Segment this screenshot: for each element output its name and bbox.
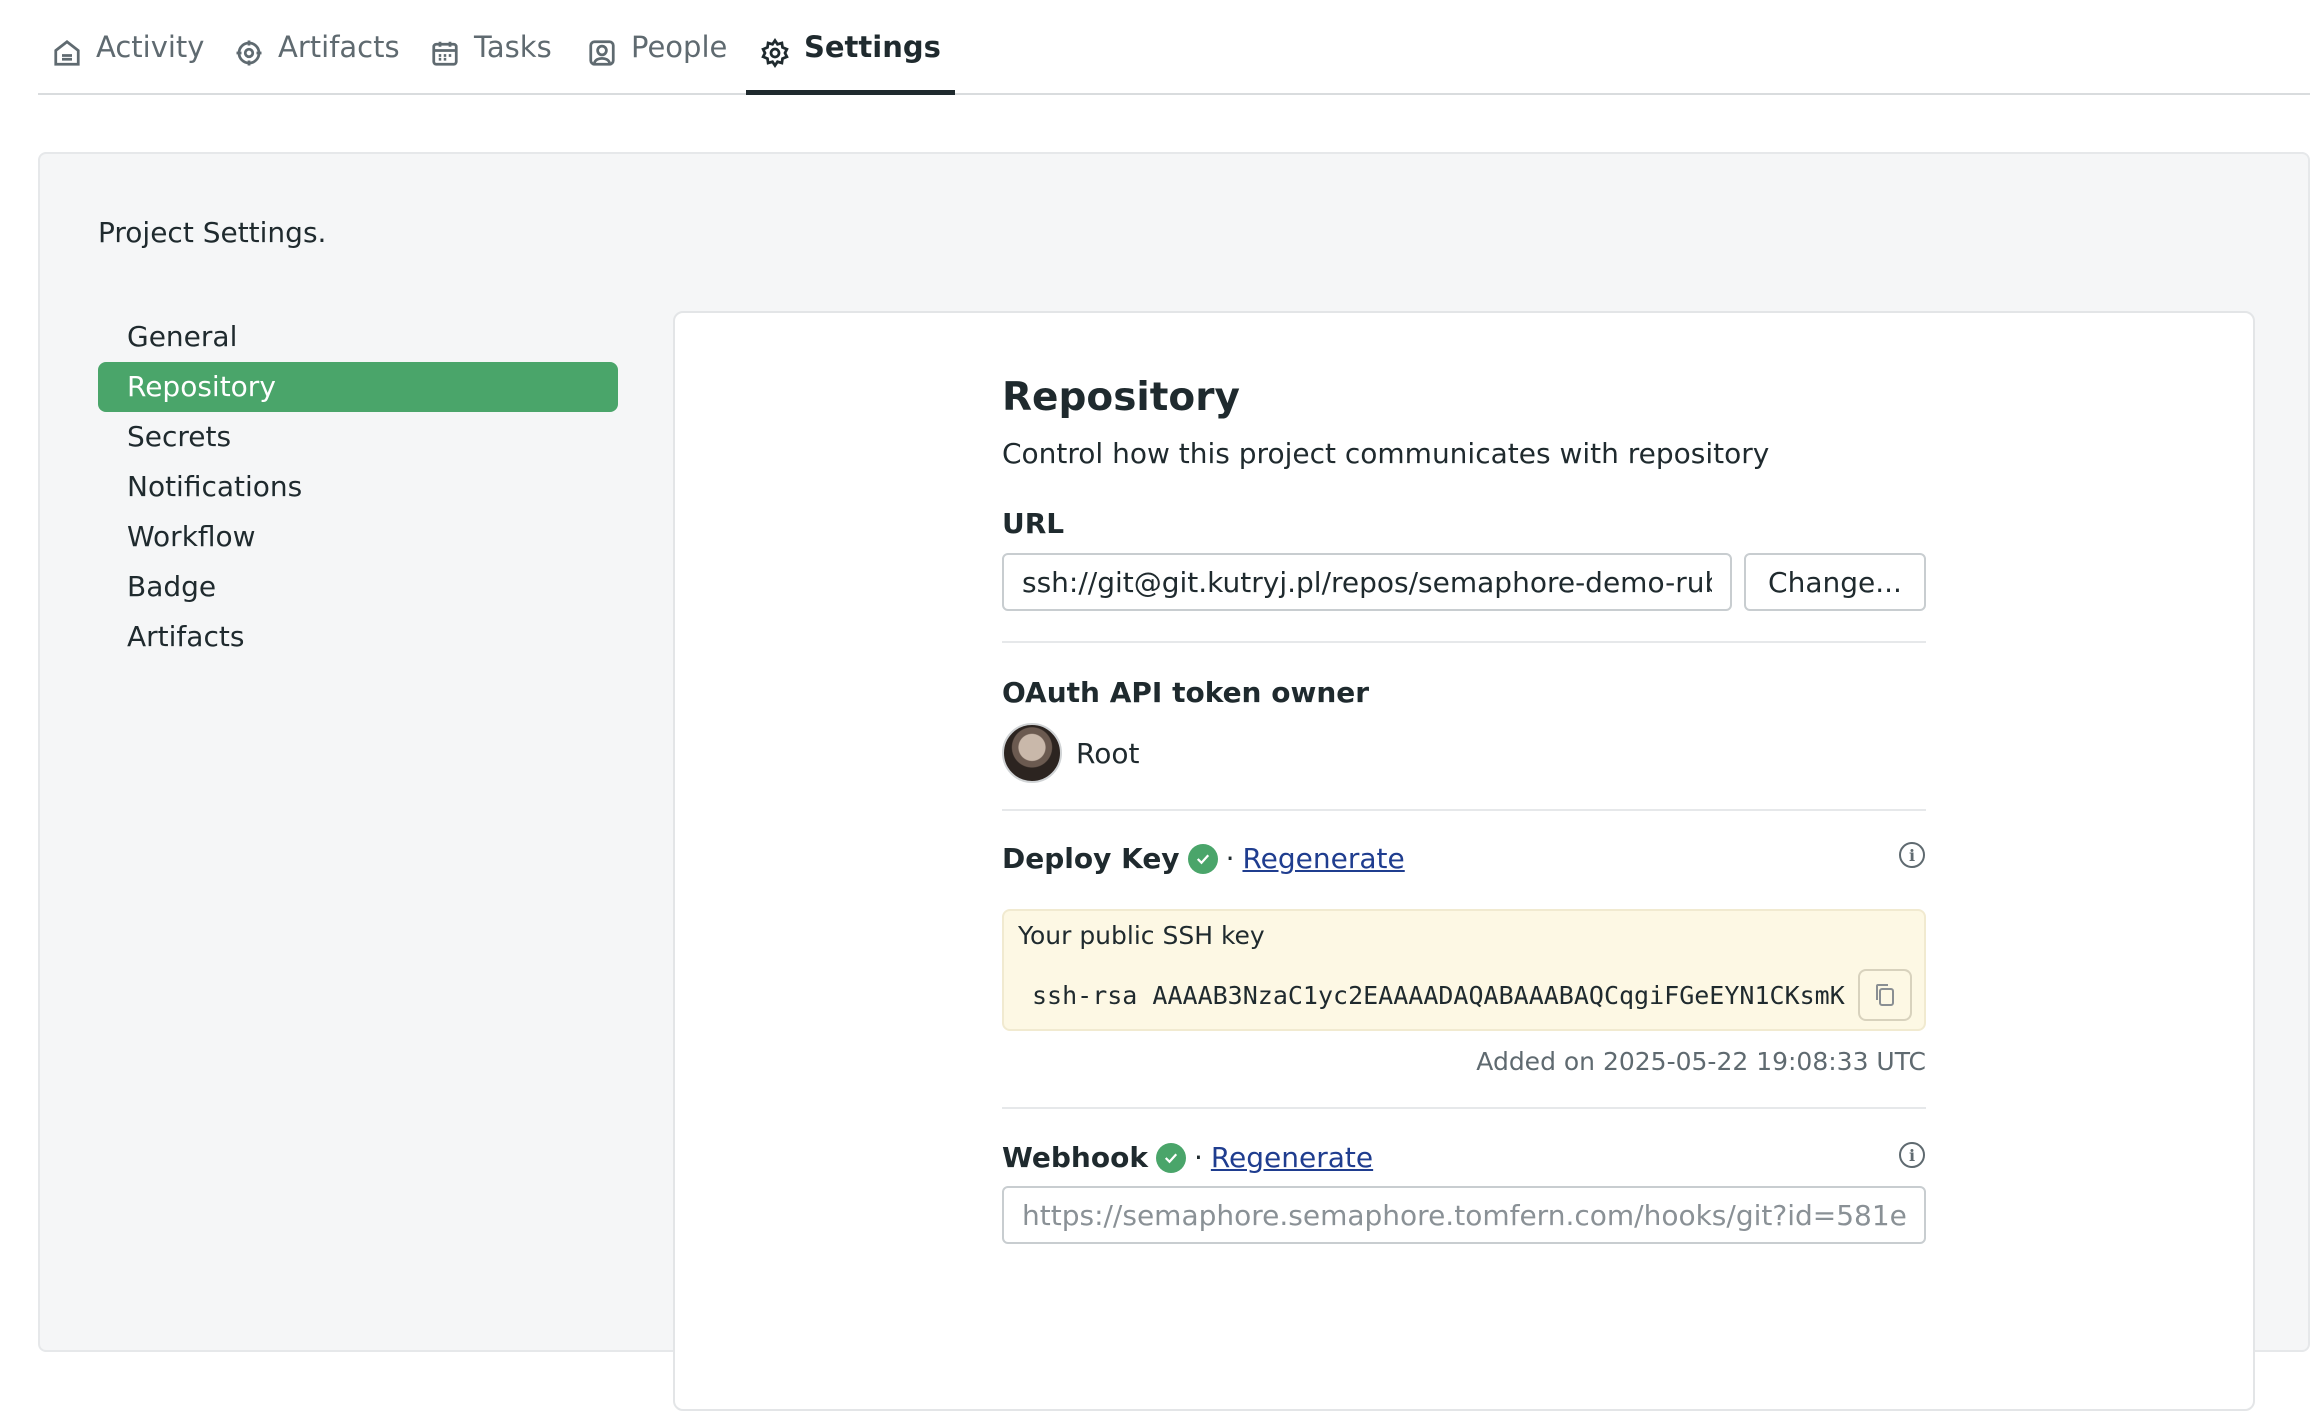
- tab-activity-label: Activity: [96, 30, 205, 64]
- person-icon: [589, 40, 615, 66]
- copy-key-button[interactable]: [1858, 969, 1912, 1021]
- divider: [1002, 641, 1926, 643]
- sidebar-item-artifacts[interactable]: Artifacts: [98, 612, 618, 662]
- settings-sidebar: General Repository Secrets Notifications…: [98, 312, 618, 662]
- separator-dot: ·: [1225, 842, 1235, 875]
- panel-title: Project Settings.: [98, 216, 327, 249]
- tab-settings-label: Settings: [804, 30, 941, 64]
- divider: [1002, 809, 1926, 811]
- oauth-owner-label: OAuth API token owner: [1002, 676, 1370, 709]
- settings-panel: Project Settings. General Repository Sec…: [38, 152, 2310, 1411]
- calendar-icon: [432, 41, 458, 66]
- check-circle-icon: [1155, 1142, 1186, 1173]
- page-subtitle: Control how this project communicates wi…: [1002, 437, 1770, 470]
- repository-card: Repository Control how this project comm…: [673, 311, 2255, 1411]
- webhook-header: Webhook · Regenerate: [1002, 1141, 1373, 1174]
- tab-settings[interactable]: Settings: [746, 30, 955, 95]
- project-tabs: Activity Artifacts Tasks People Settings: [38, 0, 2310, 95]
- change-url-button[interactable]: Change...: [1744, 553, 1926, 611]
- tab-artifacts[interactable]: Artifacts: [234, 30, 400, 93]
- regenerate-deploy-key-link[interactable]: Regenerate: [1242, 842, 1404, 875]
- tab-people-label: People: [631, 30, 728, 64]
- regenerate-webhook-link[interactable]: Regenerate: [1211, 1141, 1373, 1174]
- tab-tasks-label: Tasks: [474, 30, 552, 64]
- repository-url-input[interactable]: [1002, 553, 1732, 611]
- sidebar-item-workflow[interactable]: Workflow: [98, 512, 618, 562]
- page-title: Repository: [1002, 375, 1240, 420]
- check-circle-icon: [1187, 843, 1218, 874]
- sidebar-item-notifications[interactable]: Notifications: [98, 462, 618, 512]
- url-label: URL: [1002, 507, 1065, 540]
- deploy-key-added-date: Added on 2025-05-22 19:08:33 UTC: [1476, 1047, 1926, 1076]
- sidebar-item-general[interactable]: General: [98, 312, 618, 362]
- webhook-url-input[interactable]: [1002, 1186, 1926, 1244]
- divider: [1002, 1107, 1926, 1109]
- webhook-title: Webhook: [1002, 1141, 1148, 1174]
- ssh-public-key: ssh-rsa AAAAB3NzaC1yc2EAAAADAQABAAABAQCq…: [1032, 981, 1845, 1010]
- home-icon: [54, 40, 80, 66]
- owner-name: Root: [1076, 736, 1140, 770]
- avatar: [1002, 723, 1062, 783]
- sidebar-item-repository[interactable]: Repository: [98, 362, 618, 412]
- ssh-key-box: Your public SSH key ssh-rsa AAAAB3NzaC1y…: [1002, 909, 1926, 1031]
- crosshair-icon: [236, 40, 262, 66]
- sidebar-item-secrets[interactable]: Secrets: [98, 412, 618, 462]
- info-icon[interactable]: i: [1899, 842, 1925, 868]
- copy-icon: [1876, 984, 1894, 1006]
- tab-artifacts-label: Artifacts: [278, 30, 400, 64]
- gear-icon: [761, 38, 789, 68]
- tab-activity[interactable]: Activity: [52, 30, 204, 93]
- info-icon[interactable]: i: [1899, 1142, 1925, 1168]
- oauth-owner: Root: [1002, 723, 1139, 783]
- tab-people[interactable]: People: [587, 30, 727, 93]
- sidebar-item-badge[interactable]: Badge: [98, 562, 618, 612]
- separator-dot: ·: [1193, 1141, 1203, 1174]
- tab-tasks[interactable]: Tasks: [430, 30, 552, 93]
- ssh-key-box-title: Your public SSH key: [1018, 921, 1265, 950]
- deploy-key-title: Deploy Key: [1002, 842, 1180, 875]
- deploy-key-header: Deploy Key · Regenerate: [1002, 842, 1405, 875]
